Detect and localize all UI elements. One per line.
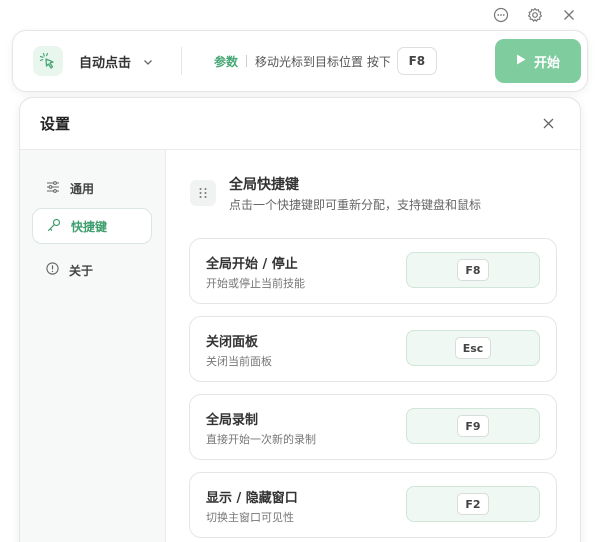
start-button[interactable]: 开始 (495, 39, 581, 83)
hotkey-row: 全局开始 / 停止 开始或停止当前技能 F8 (189, 238, 557, 304)
settings-panel: 设置 通用 快捷键 关于 全局快捷键 点击一个快捷键即可重新分配，支持键盘和鼠标… (19, 97, 581, 542)
sidebar-item-about[interactable]: 关于 (32, 252, 152, 288)
close-icon[interactable] (558, 6, 580, 24)
toolbar-divider (181, 47, 183, 75)
hotkey-row: 关闭面板 关闭当前面板 Esc (189, 316, 557, 382)
section-description: 点击一个快捷键即可重新分配，支持键盘和鼠标 (229, 198, 482, 212)
hotkey-name: 全局开始 / 停止 (206, 257, 298, 272)
cursor-click-icon (33, 46, 63, 76)
sidebar-item-label: 关于 (69, 263, 94, 278)
params-separator (246, 55, 248, 67)
window-controls (490, 6, 580, 24)
hotkey-key: F8 (457, 259, 489, 281)
hotkey-name: 显示 / 隐藏窗口 (206, 491, 298, 506)
mode-dropdown[interactable]: 自动点击 (79, 52, 153, 71)
params-link[interactable]: 参数 (214, 53, 238, 70)
hotkey-key: Esc (454, 337, 492, 359)
settings-title: 设置 (40, 115, 71, 133)
hotkey-field[interactable]: Esc (406, 330, 540, 366)
mode-label: 自动点击 (79, 55, 132, 71)
settings-header: 设置 (20, 98, 580, 150)
close-settings-icon[interactable] (538, 114, 558, 134)
hotkey-field[interactable]: F2 (406, 486, 540, 522)
hotkey-description: 切换主窗口可见性 (206, 511, 294, 524)
hotkey-field[interactable]: F8 (406, 252, 540, 288)
hotkey-row: 全局录制 直接开始一次新的录制 F9 (189, 394, 557, 460)
hotkey-row: 显示 / 隐藏窗口 切换主窗口可见性 F2 (189, 472, 557, 538)
sliders-icon (46, 180, 60, 196)
start-label: 开始 (533, 55, 560, 71)
key-icon (47, 218, 61, 235)
chevron-down-icon (143, 52, 153, 71)
info-icon (46, 262, 59, 278)
section-title: 全局快捷键 (229, 177, 299, 193)
play-icon (516, 54, 526, 69)
hotkey-description: 开始或停止当前技能 (206, 277, 305, 290)
sidebar-item-general[interactable]: 通用 (32, 170, 152, 206)
grid-dots-icon (190, 180, 216, 206)
settings-sidebar: 通用 快捷键 关于 (20, 150, 166, 542)
hotkey-description: 关闭当前面板 (206, 355, 272, 368)
hotkey-description: 直接开始一次新的录制 (206, 433, 316, 446)
chat-icon[interactable] (490, 6, 512, 24)
sidebar-item-label: 通用 (70, 181, 95, 196)
sidebar-item-label: 快捷键 (71, 219, 108, 234)
hint-text: 移动光标到目标位置 按下 (255, 54, 391, 69)
hint-key[interactable]: F8 (396, 47, 437, 75)
hotkey-key: F9 (457, 415, 489, 437)
hotkey-key: F2 (457, 493, 489, 515)
gear-icon[interactable] (524, 6, 546, 24)
main-toolbar: 自动点击 参数 移动光标到目标位置 按下 F8 开始 (12, 30, 588, 92)
hotkey-name: 关闭面板 (206, 335, 259, 350)
hotkeys-content: 全局快捷键 点击一个快捷键即可重新分配，支持键盘和鼠标 全局开始 / 停止 开始… (166, 150, 580, 542)
hotkey-field[interactable]: F9 (406, 408, 540, 444)
hotkey-name: 全局录制 (206, 413, 259, 428)
sidebar-item-hotkeys[interactable]: 快捷键 (32, 208, 152, 244)
